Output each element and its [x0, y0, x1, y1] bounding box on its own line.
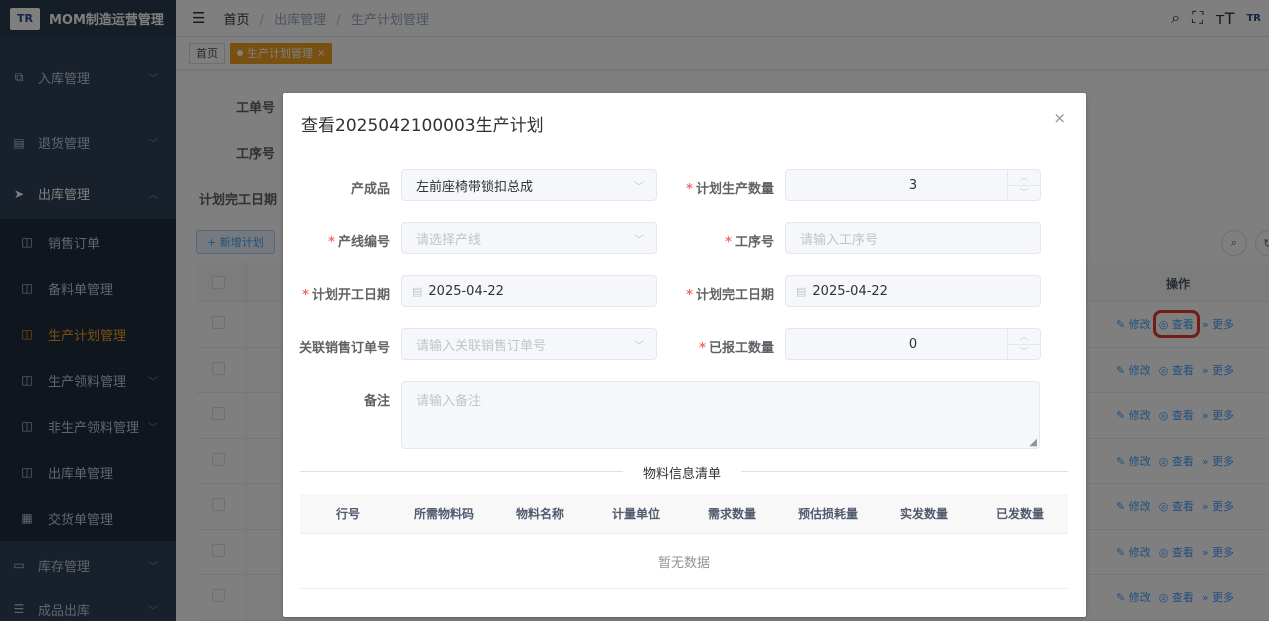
close-icon[interactable]: × [1053, 109, 1066, 127]
label-text: 计划开工日期 [311, 288, 390, 303]
column-header: 实发数量 [899, 507, 948, 521]
plan-start-value: 2025-04-22 [428, 283, 504, 299]
material-section-title: 物料信息清单 [623, 463, 742, 482]
required-mark: * [725, 235, 732, 250]
calendar-icon: ▤ [796, 284, 807, 298]
plan-end-value: 2025-04-22 [812, 283, 888, 299]
column-header: 物料名称 [515, 507, 564, 521]
plan-end-date[interactable]: ▤ 2025-04-22 [785, 275, 1041, 307]
label-plan-start: * 计划开工日期 [290, 284, 390, 303]
label-text: 计划完工日期 [695, 288, 774, 303]
reported-qty-value: 0 [908, 336, 918, 352]
process-no-input[interactable]: 请输入工序号 [785, 222, 1041, 254]
required-mark: * [686, 288, 693, 303]
dialog-title: 查看2025042100003生产计划 [301, 116, 544, 136]
column-header: 行号 [335, 507, 360, 521]
product-value: 左前座椅带锁扣总成 [416, 179, 534, 195]
material-table-header: 行号 所需物料码 物料名称 计量单位 需求数量 预估损耗量 实发数量 已发数量 [300, 494, 1068, 534]
column-header: 所需物料码 [413, 507, 474, 521]
label-text: 工序号 [734, 235, 774, 250]
qty-stepper: ︿ ﹀ [1007, 170, 1040, 200]
sales-order-placeholder: 请输入关联销售订单号 [416, 338, 547, 354]
label-text: 产线编号 [337, 235, 390, 250]
plan-qty-input[interactable]: 3 ︿ ﹀ [785, 169, 1041, 201]
required-mark: * [302, 288, 309, 303]
remark-textarea[interactable]: 请输入备注 ◢ [401, 381, 1040, 449]
label-plan-end: * 计划完工日期 [674, 284, 774, 303]
line-no-select[interactable]: 请选择产线 ﹀ [401, 222, 657, 254]
calendar-icon: ▤ [412, 284, 423, 298]
column-header: 预估损耗量 [797, 507, 858, 521]
chevron-up-icon[interactable]: ︿ [1008, 329, 1040, 345]
remark-placeholder: 请输入备注 [416, 394, 482, 409]
label-text: 产成品 [350, 182, 390, 197]
chevron-down-icon: ﹀ [634, 234, 644, 246]
label-sales-order: 关联销售订单号 [290, 337, 390, 356]
chevron-down-icon[interactable]: ﹀ [1008, 345, 1040, 360]
chevron-down-icon: ﹀ [634, 340, 644, 352]
label-text: 关联销售订单号 [298, 341, 390, 356]
empty-state: 暂无数据 [300, 534, 1068, 589]
column-header: 计量单位 [611, 507, 660, 521]
column-header: 需求数量 [707, 507, 756, 521]
resize-grip-icon[interactable]: ◢ [1029, 437, 1037, 448]
chevron-down-icon[interactable]: ﹀ [1008, 186, 1040, 201]
plan-qty-value: 3 [908, 177, 918, 193]
sales-order-select[interactable]: 请输入关联销售订单号 ﹀ [401, 328, 657, 360]
line-no-placeholder: 请选择产线 [416, 232, 482, 248]
qty-stepper: ︿ ﹀ [1007, 329, 1040, 359]
label-product: 产成品 [290, 178, 390, 197]
label-text: 备注 [363, 394, 390, 409]
required-mark: * [699, 341, 706, 356]
process-no-placeholder: 请输入工序号 [800, 232, 879, 248]
view-plan-dialog: 查看2025042100003生产计划 × 产成品 左前座椅带锁扣总成 ﹀ * 计… [283, 93, 1086, 617]
material-table: 行号 所需物料码 物料名称 计量单位 需求数量 预估损耗量 实发数量 已发数量 … [300, 494, 1068, 589]
required-mark: * [686, 182, 693, 197]
product-select[interactable]: 左前座椅带锁扣总成 ﹀ [401, 169, 657, 201]
reported-qty-input[interactable]: 0 ︿ ﹀ [785, 328, 1041, 360]
label-reported-qty: * 已报工数量 [674, 337, 774, 356]
label-plan-qty: * 计划生产数量 [674, 178, 774, 197]
label-remark: 备注 [290, 390, 390, 409]
label-text: 计划生产数量 [695, 182, 774, 197]
label-process-no: * 工序号 [674, 231, 774, 250]
column-header: 已发数量 [995, 507, 1044, 521]
label-line-no: * 产线编号 [290, 231, 390, 250]
chevron-down-icon: ﹀ [634, 181, 644, 193]
required-mark: * [328, 235, 335, 250]
chevron-up-icon[interactable]: ︿ [1008, 170, 1040, 186]
plan-start-date[interactable]: ▤ 2025-04-22 [401, 275, 657, 307]
label-text: 已报工数量 [708, 341, 774, 356]
